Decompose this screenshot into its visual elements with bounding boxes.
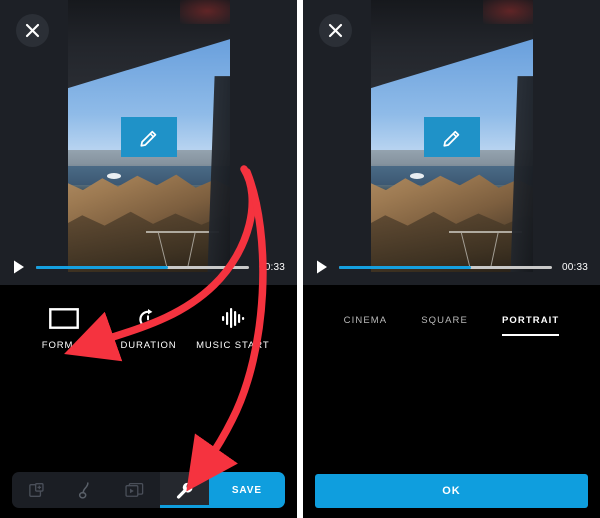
layers-clips-icon — [125, 482, 144, 497]
close-button-right[interactable] — [319, 14, 352, 47]
play-button[interactable] — [12, 259, 26, 275]
red-reflection — [482, 0, 533, 24]
format-tab-cinema[interactable]: CINEMA — [344, 315, 388, 336]
left-transport-bar: 00:33 — [0, 249, 297, 285]
tool-music-start-label: MUSIC START — [196, 340, 270, 351]
pencil-icon — [442, 130, 459, 147]
tool-duration[interactable]: DURATION — [106, 305, 190, 351]
play-icon — [14, 260, 24, 274]
edit-overlay-badge[interactable] — [120, 116, 177, 157]
scrubber-track[interactable] — [36, 265, 249, 269]
close-icon — [25, 23, 40, 38]
scrubber-progress — [36, 265, 169, 269]
pencil-icon — [139, 130, 156, 147]
stopwatch-duration-icon — [136, 305, 160, 331]
tab-music[interactable] — [61, 472, 110, 508]
right-transport-bar: 00:33 — [303, 249, 600, 285]
tab-clips[interactable] — [110, 472, 159, 508]
music-note-icon — [79, 481, 89, 499]
tool-row: FORMAT DURATION MUSIC START — [0, 305, 297, 351]
left-phone-panel: 00:33 FORMAT DURATION MUSIC START SAVE — [0, 0, 297, 518]
format-tab-square[interactable]: SQUARE — [421, 315, 468, 336]
add-clip-icon — [29, 482, 44, 497]
screenshot-stage: 00:33 FORMAT DURATION MUSIC START SAVE 0… — [0, 0, 600, 518]
rectangle-format-icon — [49, 305, 80, 331]
play-icon — [317, 260, 327, 274]
format-tabs: CINEMA SQUARE PORTRAIT — [303, 315, 600, 336]
right-preview-region: 00:33 — [303, 0, 600, 285]
waveform-music-icon — [220, 305, 246, 331]
tool-format-label: FORMAT — [41, 340, 87, 351]
scrubber-track-right[interactable] — [339, 265, 552, 269]
tab-tools[interactable] — [159, 472, 209, 508]
scrubber-progress-right — [339, 265, 472, 269]
right-format-sheet: CINEMA SQUARE PORTRAIT OK — [303, 285, 600, 518]
boat-speck — [409, 172, 425, 179]
close-button[interactable] — [16, 14, 49, 47]
wrench-tools-icon — [176, 482, 193, 499]
play-button-right[interactable] — [315, 259, 329, 275]
left-tool-sheet: FORMAT DURATION MUSIC START SAVE — [0, 285, 297, 518]
red-reflection — [179, 0, 230, 24]
right-phone-panel: 00:33 CINEMA SQUARE PORTRAIT OK — [303, 0, 600, 518]
bottom-tab-bar: SAVE — [12, 472, 285, 508]
time-label-right: 00:33 — [561, 261, 588, 273]
time-label: 00:33 — [258, 261, 285, 273]
tool-format[interactable]: FORMAT — [22, 305, 106, 351]
save-button[interactable]: SAVE — [208, 472, 285, 508]
tab-add-clip[interactable] — [12, 472, 61, 508]
tool-music-start[interactable]: MUSIC START — [191, 305, 275, 351]
ok-button[interactable]: OK — [315, 474, 588, 508]
left-preview-region: 00:33 — [0, 0, 297, 285]
boat-speck — [106, 172, 122, 179]
format-tab-portrait[interactable]: PORTRAIT — [501, 315, 560, 336]
close-icon — [328, 23, 343, 38]
tool-duration-label: DURATION — [120, 340, 177, 351]
edit-overlay-badge-right[interactable] — [423, 116, 480, 157]
